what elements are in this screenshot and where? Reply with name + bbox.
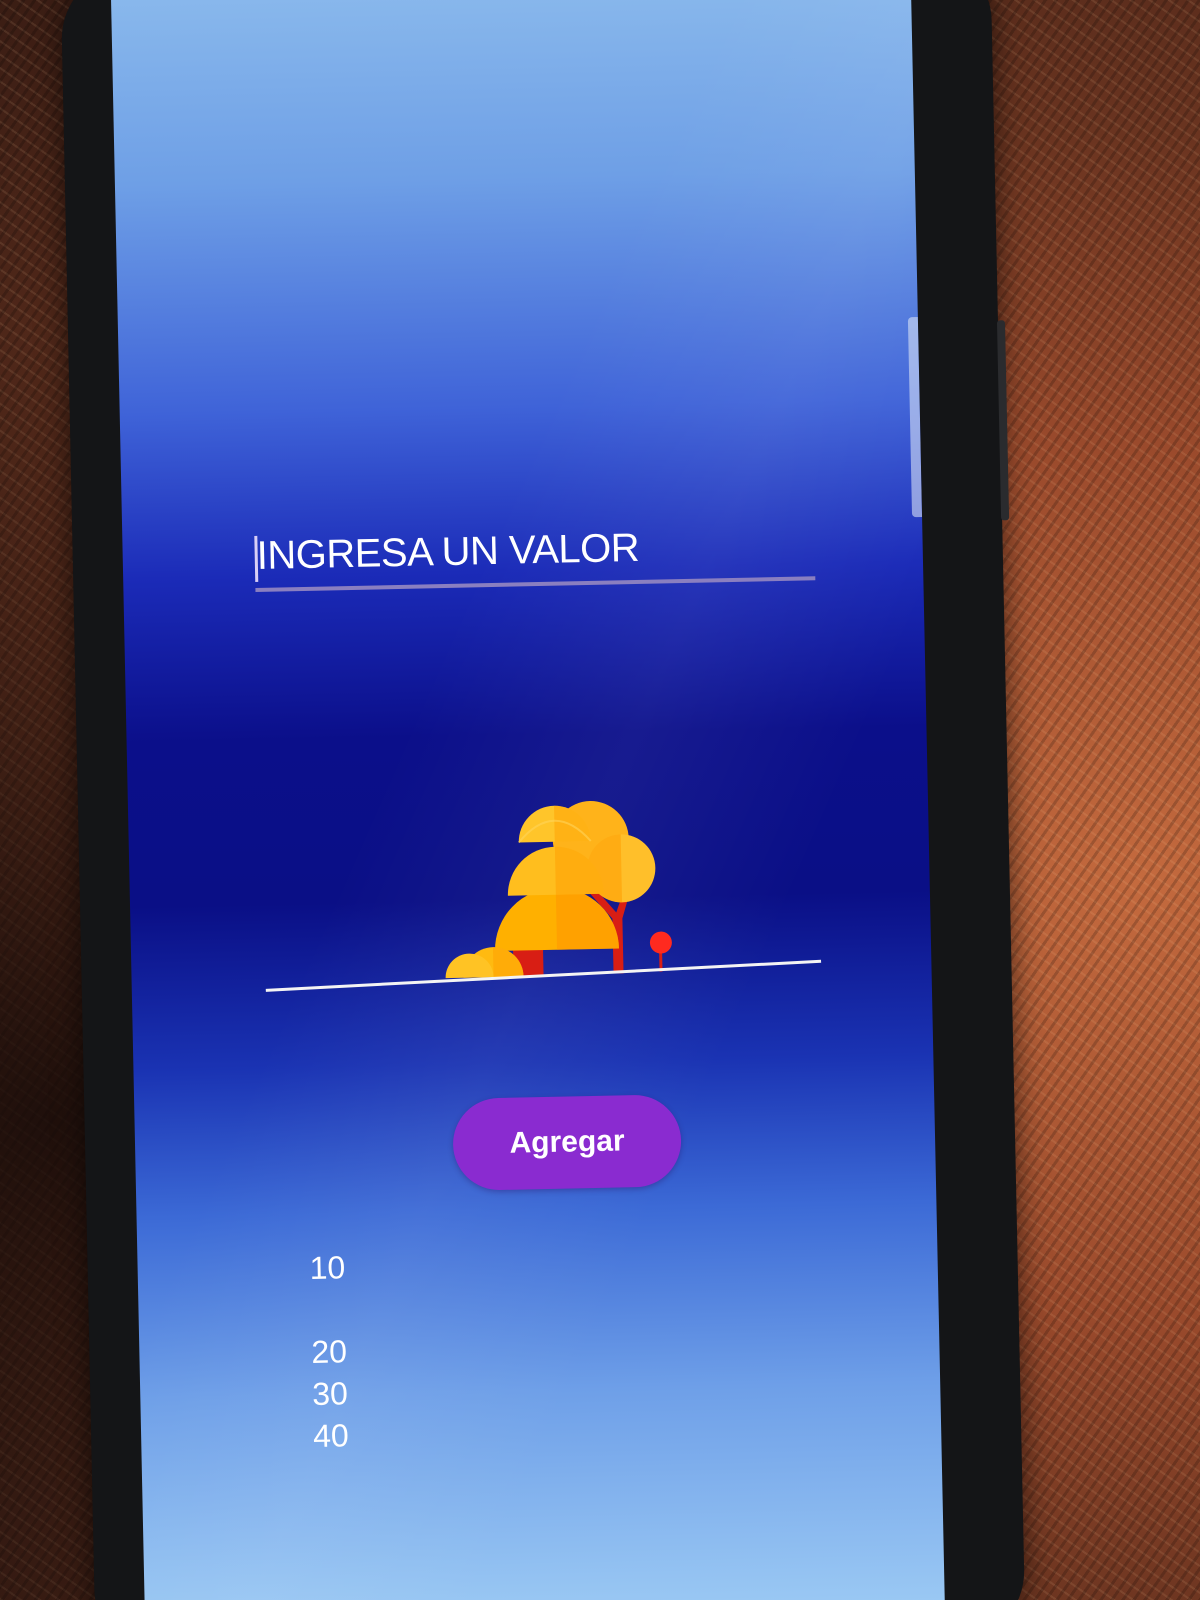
value-input-text: INGRESA UN VALOR	[256, 525, 640, 578]
values-list: 10 20 30 40	[309, 1243, 513, 1457]
agregar-button[interactable]: Agregar	[452, 1094, 683, 1191]
edge-panel-handle[interactable]	[907, 317, 923, 518]
app-screen: INGRESA UN VALOR Agregar 10 20 30 40	[110, 0, 945, 1600]
small-red-shrub	[649, 931, 672, 972]
list-item: 10	[309, 1249, 346, 1286]
list-item: 40	[312, 1417, 350, 1454]
photo-background: INGRESA UN VALOR Agregar 10 20 30 40	[0, 0, 1200, 1600]
tree-illustration	[445, 801, 672, 979]
list-item: 30	[311, 1375, 349, 1412]
bush-left	[445, 947, 524, 979]
phone-device: INGRESA UN VALOR Agregar 10 20 30 40	[60, 0, 1026, 1600]
list-item: 20	[311, 1333, 348, 1370]
value-input[interactable]: INGRESA UN VALOR	[254, 518, 816, 592]
